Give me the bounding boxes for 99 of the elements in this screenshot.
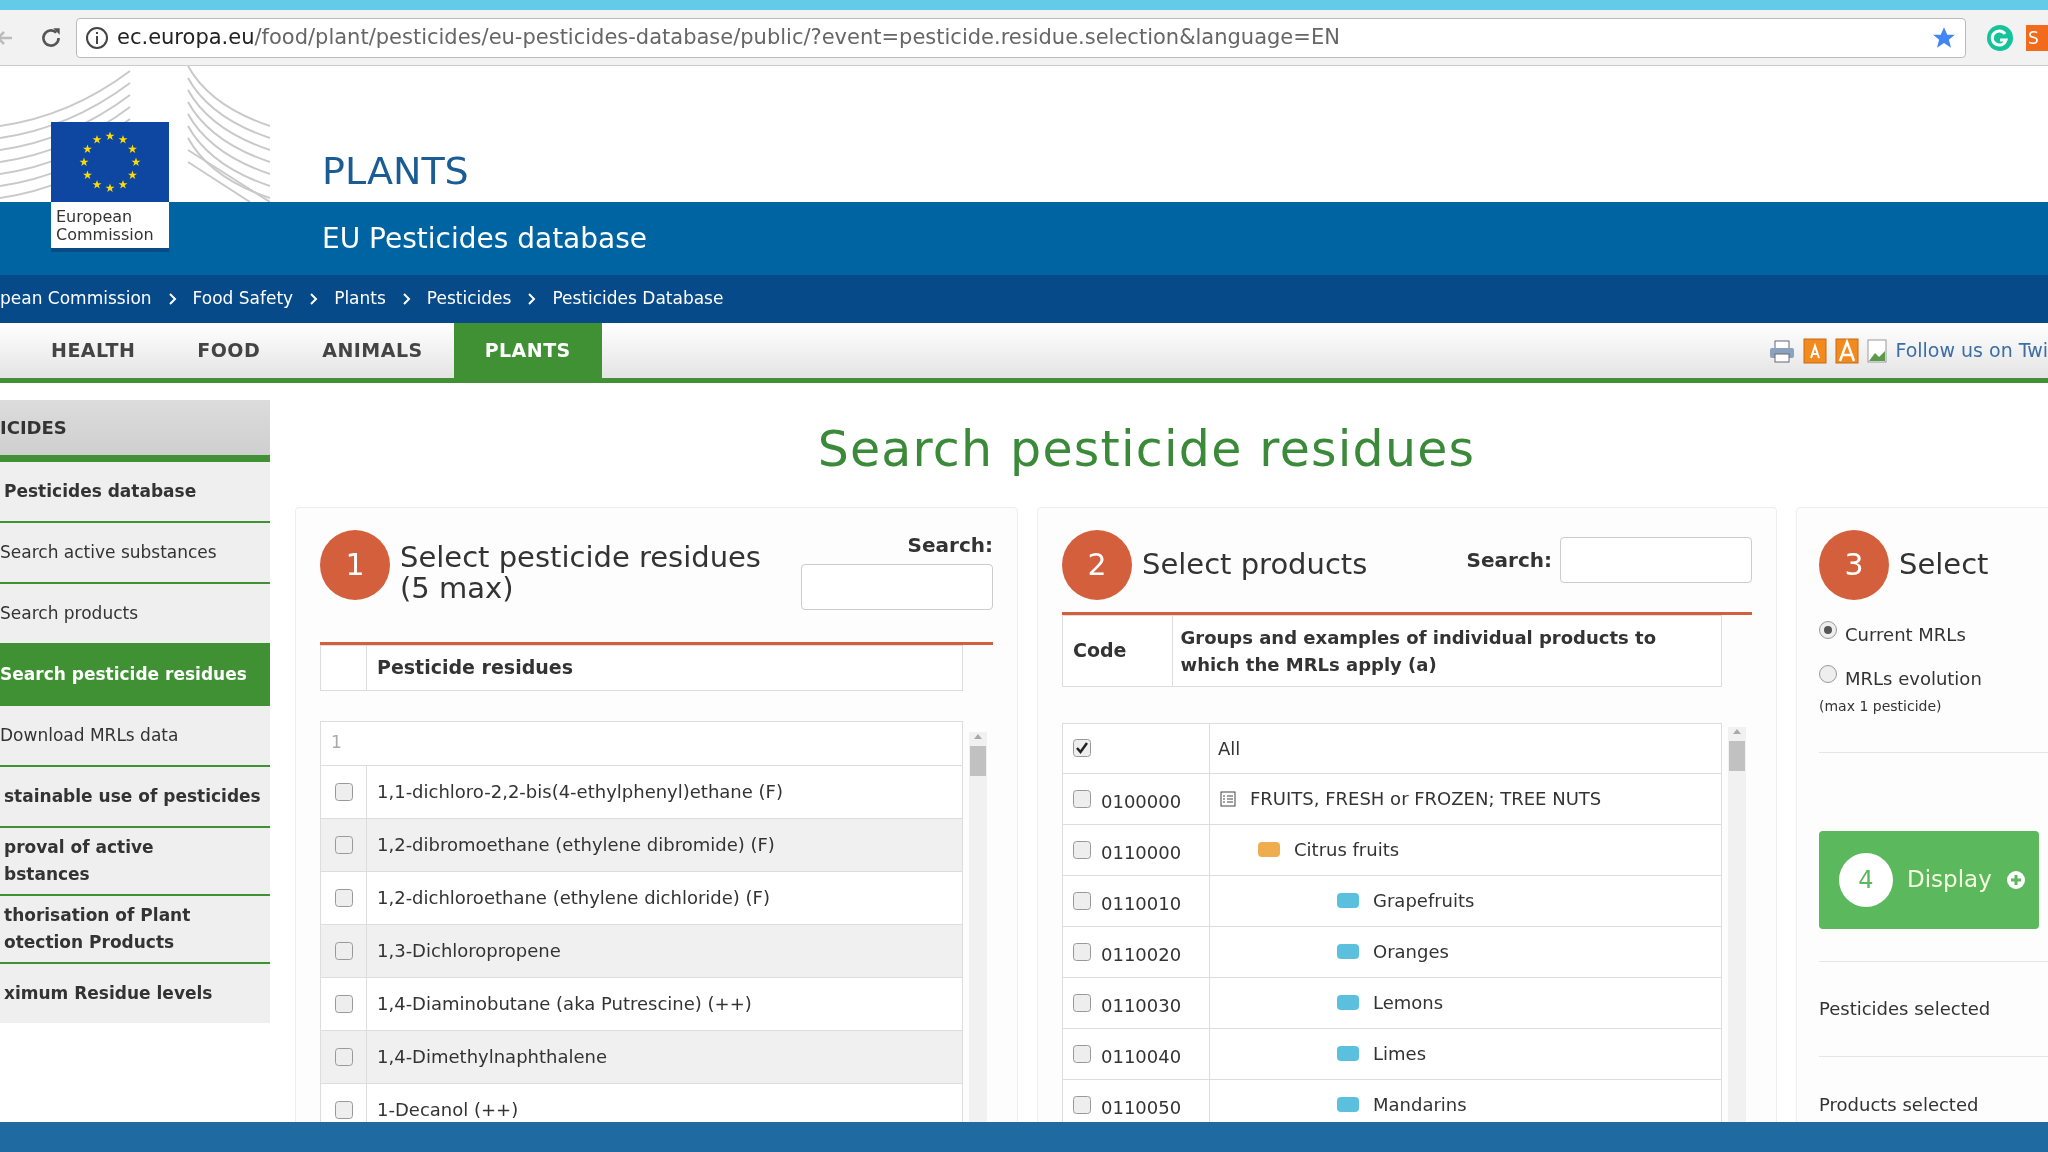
checkbox[interactable] xyxy=(1073,942,1091,961)
checkbox[interactable] xyxy=(1073,993,1091,1012)
search-label: Search: xyxy=(1466,546,1552,574)
checkbox[interactable] xyxy=(1073,789,1091,808)
print-icon[interactable] xyxy=(1769,338,1796,363)
nav-tab[interactable]: HEALTH xyxy=(20,323,167,378)
scrollbar-thumb[interactable] xyxy=(1729,740,1745,771)
url-path: /food/plant/pesticides/eu-pesticides-database/public/?event=pesticide.residue.selection&language=EN xyxy=(254,24,1340,49)
step-title: Select pesticide residues (5 max) xyxy=(400,541,762,604)
table-cell-text: 0100000 xyxy=(1101,790,1182,814)
page-title: Search pesticide residues xyxy=(817,420,1476,480)
table-cell-text: Citrus fruits xyxy=(1294,838,1400,862)
option-label: Current MRLs xyxy=(1845,623,1966,645)
step-title: Select products xyxy=(1142,545,1369,583)
table-cell-text: Grapefruits xyxy=(1373,889,1475,913)
broken-image-icon xyxy=(1867,338,1888,363)
chevron-icon xyxy=(167,293,177,305)
column-header: Groups and examples of individual products to which the MRLs apply (a) xyxy=(1179,625,1657,677)
option-label: MRLs evolution xyxy=(1845,667,1982,689)
table-cell-text: 0110000 xyxy=(1101,841,1182,865)
table-cell-text: 1,2-dichloroethane (ethylene dichloride) (F) xyxy=(376,886,770,910)
filter-text: 1 xyxy=(331,731,342,755)
search-field[interactable] xyxy=(1560,536,1752,583)
product-icon xyxy=(1337,1097,1359,1112)
eu-flag-icon xyxy=(51,122,169,202)
scrollbar[interactable] xyxy=(969,731,987,1122)
table-cell-text: 0110030 xyxy=(1101,994,1182,1018)
breadcrumb-link[interactable]: Pesticides xyxy=(426,286,512,312)
radio-button[interactable] xyxy=(1819,620,1837,639)
nav-tab[interactable]: PLANTS xyxy=(453,323,602,378)
large-font-icon[interactable] xyxy=(1835,337,1860,364)
checkbox[interactable] xyxy=(334,1100,353,1119)
radio-button[interactable] xyxy=(1819,664,1837,683)
summary-label: Pesticides selected xyxy=(1819,997,1991,1021)
chevron-icon xyxy=(401,293,411,305)
column-header: Code xyxy=(1063,615,1173,686)
chevron-icon xyxy=(527,293,537,305)
checkbox[interactable] xyxy=(334,782,353,801)
scrollbar-thumb[interactable] xyxy=(970,745,986,776)
table-cell-text: 1,1-dichloro-2,2-bis(4-ethylphenyl)ethane (F) xyxy=(376,780,783,804)
table-cell-text: FRUITS, FRESH or FROZEN; TREE NUTS xyxy=(1250,787,1602,811)
product-icon xyxy=(1337,893,1359,908)
site-subtitle: EU Pesticides database xyxy=(322,220,648,257)
logo-label: European Commission xyxy=(51,202,169,252)
table-cell-text: Limes xyxy=(1373,1042,1426,1066)
checkbox[interactable] xyxy=(334,835,353,854)
breadcrumb-link[interactable]: Plants xyxy=(334,286,386,312)
checkbox[interactable] xyxy=(334,888,353,907)
checkbox[interactable] xyxy=(334,941,353,960)
table-cell-text: 0110050 xyxy=(1101,1096,1182,1120)
nav-tab[interactable]: ANIMALS xyxy=(291,323,454,378)
url-host: ec.europa.eu xyxy=(117,24,255,49)
table-cell-text: 0110020 xyxy=(1101,943,1182,967)
chevron-icon xyxy=(309,293,319,305)
checkbox[interactable] xyxy=(334,994,353,1013)
table-cell-text: 1,2-dibromoethane (ethylene dibromide) (F) xyxy=(376,833,775,857)
checkbox[interactable] xyxy=(1073,1044,1091,1063)
checkbox[interactable] xyxy=(334,1047,353,1066)
table-cell-text: 1,4-Diaminobutane (aka Putrescine) (++) xyxy=(376,992,752,1016)
step-title: Select xyxy=(1899,545,1989,583)
step-number: 2 xyxy=(1062,529,1132,600)
checkbox[interactable] xyxy=(1073,1095,1091,1114)
product-icon xyxy=(1337,1046,1359,1061)
checkbox[interactable] xyxy=(1073,840,1091,859)
breadcrumb-link[interactable]: Food Safety xyxy=(192,286,294,312)
list-icon xyxy=(1220,790,1236,807)
scrollbar[interactable] xyxy=(1728,726,1746,1122)
search-label: Search: xyxy=(907,531,993,559)
nav-tab[interactable]: FOOD xyxy=(166,323,292,378)
checkbox[interactable] xyxy=(1073,739,1091,757)
info-icon[interactable] xyxy=(85,25,109,50)
plus-circle-icon xyxy=(2005,869,2026,890)
product-icon xyxy=(1337,995,1359,1010)
small-font-icon[interactable] xyxy=(1803,337,1828,364)
grammar-extension-icon[interactable] xyxy=(1986,23,2014,52)
table-cell-text: 0110040 xyxy=(1101,1045,1182,1069)
column-header: Pesticide residues xyxy=(376,655,573,681)
table-cell-text: Lemons xyxy=(1373,991,1444,1015)
summary-label: Products selected xyxy=(1819,1092,1979,1117)
follow-link[interactable]: Follow us on Twi xyxy=(1895,336,2048,365)
table-cell-text: Mandarins xyxy=(1373,1093,1467,1117)
address-bar[interactable]: ec.europa.eu/food/plant/pesticides/eu-pesticides-database/public/?event=pesticide.residue.selection&language=EN xyxy=(76,17,1966,58)
table-cell-text: All xyxy=(1217,736,1241,761)
table-cell-text: Oranges xyxy=(1373,940,1449,964)
search-field[interactable] xyxy=(801,563,993,610)
group-icon xyxy=(1258,842,1280,857)
breadcrumb-link[interactable]: pean Commission xyxy=(0,286,152,312)
step-number: 1 xyxy=(320,529,390,600)
checkbox[interactable] xyxy=(1073,891,1091,910)
table-cell-text: 1,4-Dimethylnaphthalene xyxy=(376,1045,608,1069)
table-cell-text: 1,3-Dichloropropene xyxy=(376,939,561,963)
table-cell-text: 1-Decanol (++) xyxy=(376,1098,519,1122)
site-title: PLANTS xyxy=(322,148,469,195)
sidebar-title: ICIDES xyxy=(0,416,67,440)
option-note: (max 1 pesticide) xyxy=(1819,696,1942,716)
step-number: 3 xyxy=(1819,529,1889,600)
table-cell-text: 0110010 xyxy=(1101,892,1182,916)
breadcrumb-link[interactable]: Pesticides Database xyxy=(552,286,724,312)
product-icon xyxy=(1337,944,1359,959)
